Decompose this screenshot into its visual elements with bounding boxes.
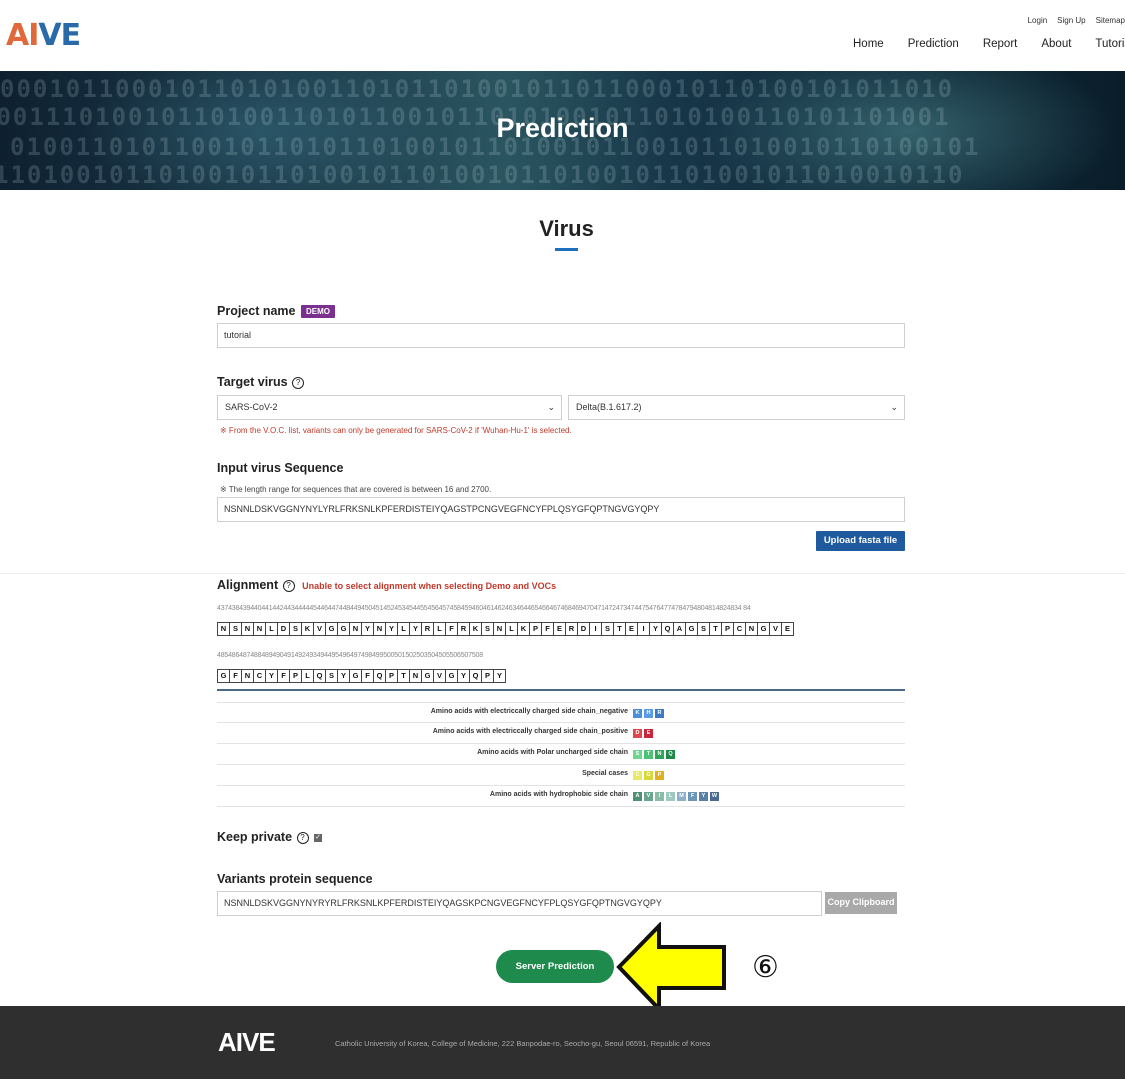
footer-address: Catholic University of Korea, College of… [335,1039,711,1048]
amino-acid-chip: R [655,709,664,718]
variants-sequence-field[interactable]: NSNNLDSKVGGNYNYRYRLFRKSNLKPFERDISTEIYQAG… [217,891,822,916]
legend-chips: AVILMFYW [633,792,719,801]
demo-badge: DEMO [301,305,335,319]
project-name-label-text: Project name [217,304,296,318]
amino-acid-chip: A [633,792,642,801]
amino-acid-chip: W [710,792,719,801]
help-icon[interactable]: ? [296,831,309,844]
sitemap-link[interactable]: Sitemap [1096,16,1125,25]
alignment-sequence-row-1: NSNNLDSKVGGNYNYLYRLFRKSNLKPFERDISTEIYQAG… [217,622,794,636]
residue-cell: E [781,622,794,636]
amino-acid-chip: I [655,792,664,801]
alignment-sequence-row-2: GFNCYFPLQSYGFQPTNGVGYQPY [217,669,506,683]
target-virus-label-text: Target virus [217,375,288,389]
amino-acid-chip: S [633,750,642,759]
banner-binary-pattern: 0001011000101101010011010110100101101100… [0,75,955,103]
amino-acid-chip: Y [699,792,708,801]
sequence-length-note: ※ The length range for sequences that ar… [220,485,492,494]
alignment-warning: Unable to select alignment when selectin… [302,581,557,591]
signup-link[interactable]: Sign Up [1057,16,1085,25]
legend-row: Special cases C G P [217,765,905,786]
amino-acid-chip: E [644,729,653,738]
legend-row: Amino acids with electriccally charged s… [217,723,905,744]
legend-row: Amino acids with hydrophobic side chain A… [217,786,905,807]
server-prediction-button[interactable]: Server Prediction [496,950,614,983]
legend-label: Amino acids with electriccally charged s… [432,728,628,735]
voc-note: ※ From the V.O.C. list, variants can onl… [220,426,572,435]
residue-cell: Y [493,669,506,683]
chevron-down-icon: ⌄ [547,402,555,412]
keep-private-checkbox[interactable]: ✓ [314,833,322,842]
target-virus-value: SARS-CoV-2 [225,402,278,412]
amino-acid-chip: D [633,729,642,738]
amino-acid-chip: C [633,771,642,780]
variant-value: Delta(B.1.617.2) [576,402,642,412]
legend-row: Amino acids with Polar uncharged side ch… [217,744,905,765]
site-footer: AIVE Catholic University of Korea, Colle… [0,1006,1125,1079]
legend-label: Amino acids with hydrophobic side chain [489,791,628,798]
amino-acid-chip: G [644,771,653,780]
alignment-positions-row-1: 4374384394404414424434444454464474484494… [217,605,751,612]
amino-acid-chip: H [644,709,653,718]
legend-chips: DE [633,729,653,738]
nav-about[interactable]: About [1041,38,1071,50]
section-title-underline [555,248,578,251]
legend-label: Amino acids with Polar uncharged side ch… [477,749,628,756]
alignment-positions-row-2: 4854864874884894904914924934944954964974… [217,652,483,659]
legend-row: Amino acids with electriccally charged s… [217,702,905,723]
alignment-label-text: Alignment [217,578,279,592]
keep-private-label: Keep private ? ✓ [217,830,322,844]
nav-tutorial[interactable]: Tutorial [1095,38,1125,50]
amino-acid-chip: M [677,792,686,801]
section-title: Virus [539,216,594,241]
legend-chips: STNQ [633,750,675,759]
keep-private-label-text: Keep private [217,830,293,844]
legend-label: Amino acids with electriccally charged s… [430,708,628,715]
chevron-down-icon: ⌄ [890,402,898,412]
variant-select[interactable]: Delta(B.1.617.2) ⌄ [568,395,905,420]
project-name-input[interactable]: tutorial [217,323,905,348]
amino-acid-chip: N [655,750,664,759]
step-number-marker: ⑥ [752,950,779,985]
legend-label: Special cases [582,770,628,777]
page-banner: 0001011000101101010011010110100101101100… [0,71,1125,190]
upload-fasta-button[interactable]: Upload fasta file [816,531,905,551]
variants-sequence-label: Variants protein sequence [217,872,373,886]
amino-acid-chip: P [655,771,664,780]
project-name-label: Project name DEMO [217,304,335,319]
alignment-label: Alignment ? Unable to select alignment w… [217,578,556,592]
site-header: AIVE Login Sign Up Sitemap Home Predicti… [0,0,1125,71]
section-divider [0,573,1125,574]
help-icon[interactable]: ? [292,376,305,389]
input-sequence-field[interactable]: NSNNLDSKVGGNYNYLYRLFRKSNLKPFERDISTEIYQAG… [217,497,905,522]
target-virus-select[interactable]: SARS-CoV-2 ⌄ [217,395,562,420]
amino-acid-chip: K [633,709,642,718]
main-nav: Home Prediction Report About Tutorial [853,38,1125,50]
amino-acid-chip: F [688,792,697,801]
amino-acid-chip: T [644,750,653,759]
copy-clipboard-button[interactable]: Copy Clipboard [825,892,897,914]
pointer-arrow-annotation [616,922,726,1014]
utility-links: Login Sign Up Sitemap [1028,16,1125,25]
nav-report[interactable]: Report [983,38,1018,50]
banner-title: Prediction [496,113,629,143]
amino-acid-chip: V [644,792,653,801]
target-virus-label: Target virus ? [217,375,305,389]
nav-prediction[interactable]: Prediction [908,38,959,50]
amino-acid-chip: Q [666,750,675,759]
banner-binary-pattern: 1101001011010010110100101101001011010010… [0,161,965,189]
help-icon[interactable]: ? [282,579,295,592]
legend-chips: CGP [633,771,664,780]
input-sequence-label: Input virus Sequence [217,461,344,475]
nav-home[interactable]: Home [853,38,884,50]
site-logo[interactable]: AIVE [6,18,81,53]
footer-logo: AIVE [218,1027,276,1057]
amino-acid-chip: L [666,792,675,801]
alignment-rule [217,689,905,691]
legend-chips: KHR [633,709,664,718]
login-link[interactable]: Login [1028,16,1048,25]
